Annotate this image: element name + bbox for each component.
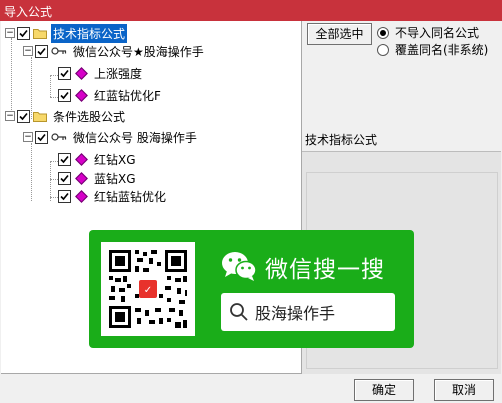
tree-node-formula[interactable]: 红钻XG — [58, 150, 138, 168]
tree-checkbox[interactable] — [58, 88, 71, 102]
qr-code-image: ✓ — [101, 242, 195, 336]
tree-node-wechat-group-1[interactable]: − 微信公众号★股海操作手 — [23, 42, 206, 60]
tree-node-formula[interactable]: 蓝钻XG — [58, 169, 138, 187]
checkmark-icon — [37, 47, 46, 55]
collapse-toggle[interactable]: − — [5, 111, 15, 121]
tree-node-label: 微信公众号 股海操作手 — [73, 130, 197, 145]
tree-connector — [50, 161, 58, 162]
wechat-logo-icon — [222, 252, 257, 281]
collapse-toggle[interactable]: − — [23, 46, 33, 56]
formula-type-label: 技术指标公式 — [305, 133, 378, 147]
wechat-search-term: 股海操作手 — [255, 304, 336, 323]
tree-node-label: 红钻XG — [94, 152, 136, 167]
radio-label: 覆盖同名(非系统) — [395, 43, 489, 57]
tree-checkbox[interactable] — [58, 189, 71, 203]
tree-connector — [31, 143, 32, 201]
radio-dot-icon[interactable] — [377, 43, 389, 56]
import-options-panel: 全部选中 不导入同名公式 覆盖同名(非系统) — [302, 21, 502, 126]
collapse-toggle[interactable]: − — [5, 28, 15, 38]
radio-label: 不导入同名公式 — [395, 26, 480, 40]
checkmark-icon — [60, 192, 69, 200]
tree-node-label: 技术指标公式 — [51, 23, 128, 43]
tree-node-label: 蓝钻XG — [94, 171, 136, 186]
tree-node-label: 上涨强度 — [94, 66, 143, 81]
tree-node-formula[interactable]: 红钻蓝钻优化 — [58, 187, 168, 205]
tree-checkbox[interactable] — [35, 44, 48, 58]
checkmark-icon — [60, 174, 69, 182]
tree-node-tech-indicators[interactable]: − 技术指标公式 — [5, 23, 128, 43]
wechat-search-box: 股海操作手 — [221, 293, 395, 331]
formula-diamond-icon — [75, 66, 88, 80]
tree-connector — [50, 75, 51, 97]
select-all-button[interactable]: 全部选中 — [307, 23, 372, 45]
tree-node-wechat-group-2[interactable]: − 微信公众号 股海操作手 — [23, 128, 199, 146]
tree-node-formula[interactable]: 上涨强度 — [58, 64, 144, 82]
key-icon — [51, 133, 67, 141]
radio-dot-icon[interactable] — [377, 26, 389, 39]
checkmark-icon — [60, 69, 69, 77]
cancel-button[interactable]: 取消 — [434, 379, 494, 401]
tree-node-label: 微信公众号★股海操作手 — [73, 44, 204, 59]
formula-diamond-icon — [75, 171, 88, 185]
tree-checkbox[interactable] — [17, 26, 30, 40]
tree-node-formula[interactable]: 红蓝钻优化F — [58, 86, 163, 104]
title-bar: 导入公式 — [0, 0, 502, 21]
formula-diamond-icon — [75, 88, 88, 102]
folder-icon — [33, 28, 47, 39]
qr-code: ✓ — [101, 242, 195, 336]
checkmark-icon — [19, 29, 28, 37]
tree-checkbox[interactable] — [58, 66, 71, 80]
formula-diamond-icon — [75, 189, 88, 203]
search-icon — [230, 303, 248, 321]
tree-checkbox[interactable] — [58, 171, 71, 185]
key-icon — [51, 47, 67, 55]
tree-connector — [50, 161, 51, 201]
formula-diamond-icon — [75, 152, 88, 166]
tree-connector — [50, 75, 58, 76]
tree-connector — [50, 179, 58, 180]
svg-text:✓: ✓ — [144, 285, 152, 296]
tree-connector — [11, 38, 12, 118]
checkmark-icon — [60, 155, 69, 163]
tree-connector — [50, 97, 58, 98]
checkmark-icon — [60, 91, 69, 99]
checkmark-icon — [37, 133, 46, 141]
tree-connector — [50, 197, 58, 198]
tree-node-label: 条件选股公式 — [53, 109, 126, 124]
wechat-search-banner: ✓ 微信搜一搜 股海操作手 — [89, 230, 414, 348]
ok-button[interactable]: 确定 — [354, 379, 414, 401]
tree-node-stock-screening[interactable]: − 条件选股公式 — [5, 107, 127, 125]
tree-checkbox[interactable] — [58, 152, 71, 166]
tree-checkbox[interactable] — [35, 130, 48, 144]
collapse-toggle[interactable]: − — [23, 132, 33, 142]
tree-checkbox[interactable] — [17, 109, 30, 123]
window-title: 导入公式 — [4, 5, 53, 19]
folder-icon — [33, 111, 47, 122]
wechat-search-title: 微信搜一搜 — [265, 257, 385, 283]
radio-overwrite-duplicates[interactable]: 覆盖同名(非系统) — [377, 41, 488, 58]
dialog-footer: 确定 取消 — [0, 374, 502, 403]
radio-skip-duplicates[interactable]: 不导入同名公式 — [377, 24, 479, 41]
tree-node-label: 红蓝钻优化F — [94, 88, 161, 103]
tree-node-label: 红钻蓝钻优化 — [94, 189, 167, 204]
checkmark-icon — [19, 112, 28, 120]
